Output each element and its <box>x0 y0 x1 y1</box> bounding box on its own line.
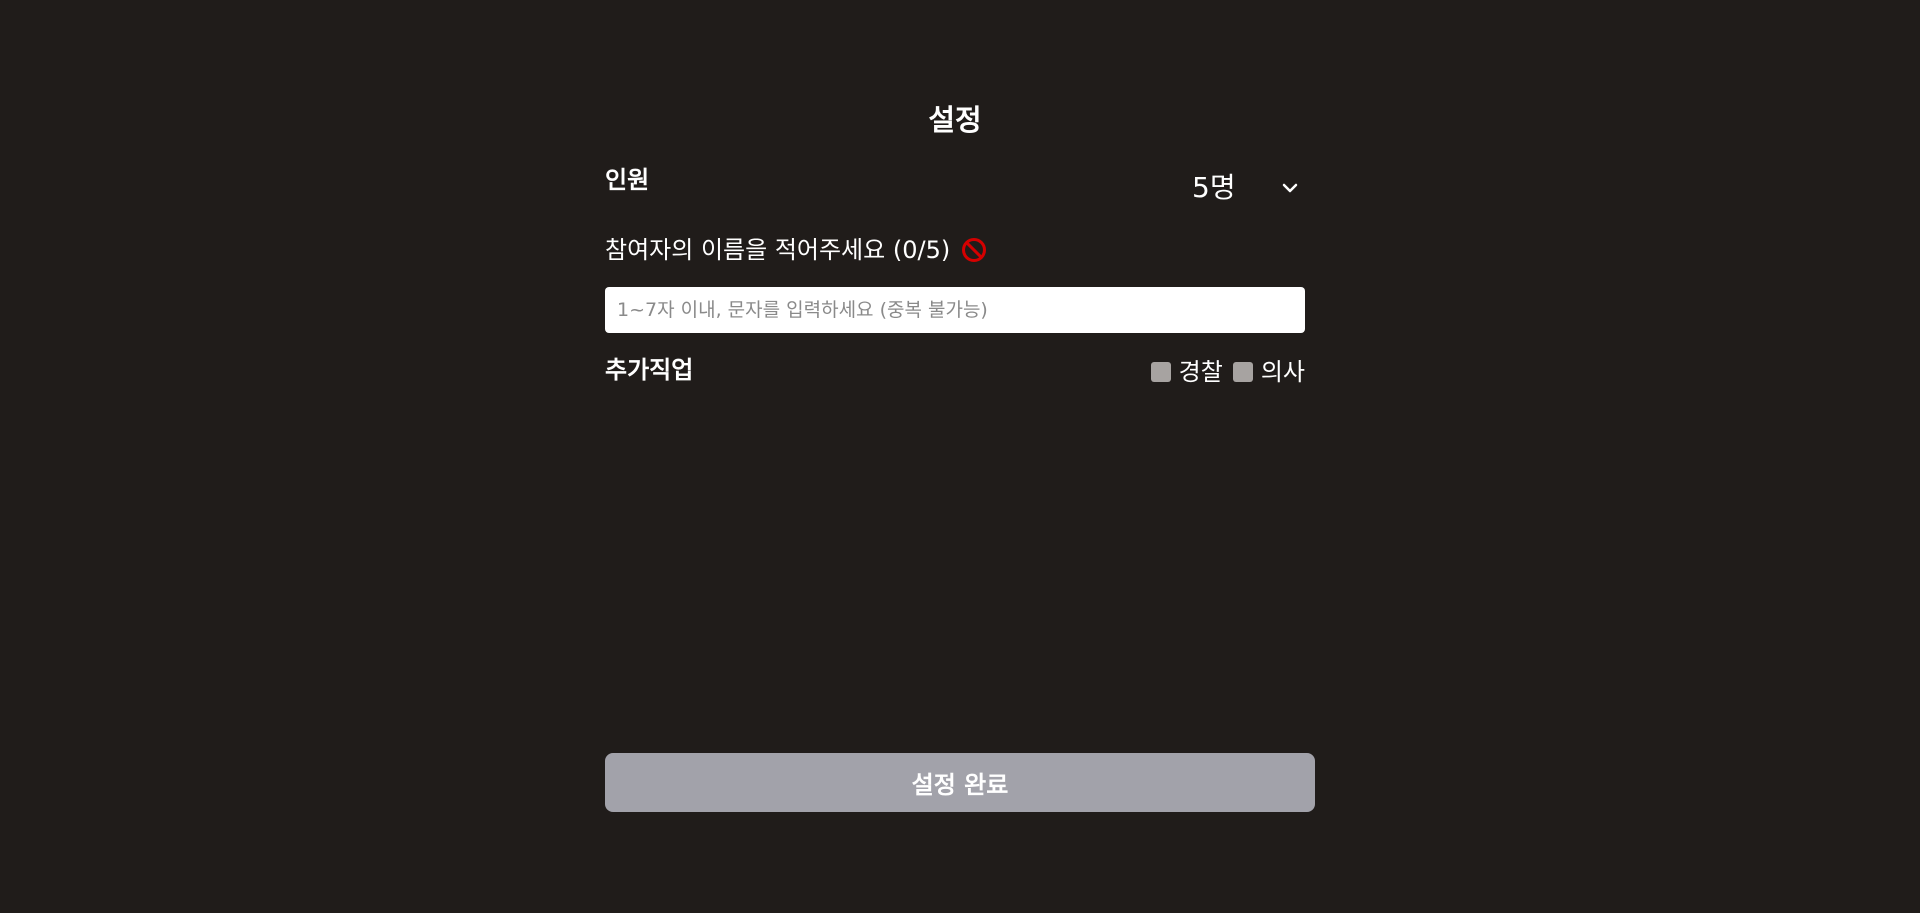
participant-names-label: 참여자의 이름을 적어주세요 (0/5) <box>605 233 988 267</box>
page-title: 설정 <box>928 103 982 137</box>
police-checkbox[interactable] <box>1150 362 1171 382</box>
people-label: 인원 <box>605 166 650 194</box>
chevron-down-icon <box>1278 176 1302 200</box>
doctor-label: 의사 <box>1260 358 1305 386</box>
participant-name-input[interactable] <box>605 287 1305 333</box>
settings-page: 설정 인원 5명 참여자의 이름을 적어주세요 (0/5) 추가직업 경찰 의사 <box>0 0 1920 913</box>
complete-settings-button[interactable]: 설정 완료 <box>605 753 1315 812</box>
prohibited-icon <box>960 236 988 264</box>
job-option-doctor[interactable]: 의사 <box>1232 355 1305 389</box>
extra-jobs-label: 추가직업 <box>605 356 694 384</box>
people-count-value: 5명 <box>1192 171 1236 204</box>
people-count-select[interactable]: 5명 <box>1180 166 1306 210</box>
police-label: 경찰 <box>1178 358 1223 386</box>
extra-jobs-options: 경찰 의사 <box>1150 355 1305 389</box>
job-option-police[interactable]: 경찰 <box>1150 355 1223 389</box>
participant-names-label-text: 참여자의 이름을 적어주세요 (0/5) <box>605 236 951 264</box>
doctor-checkbox[interactable] <box>1232 362 1253 382</box>
